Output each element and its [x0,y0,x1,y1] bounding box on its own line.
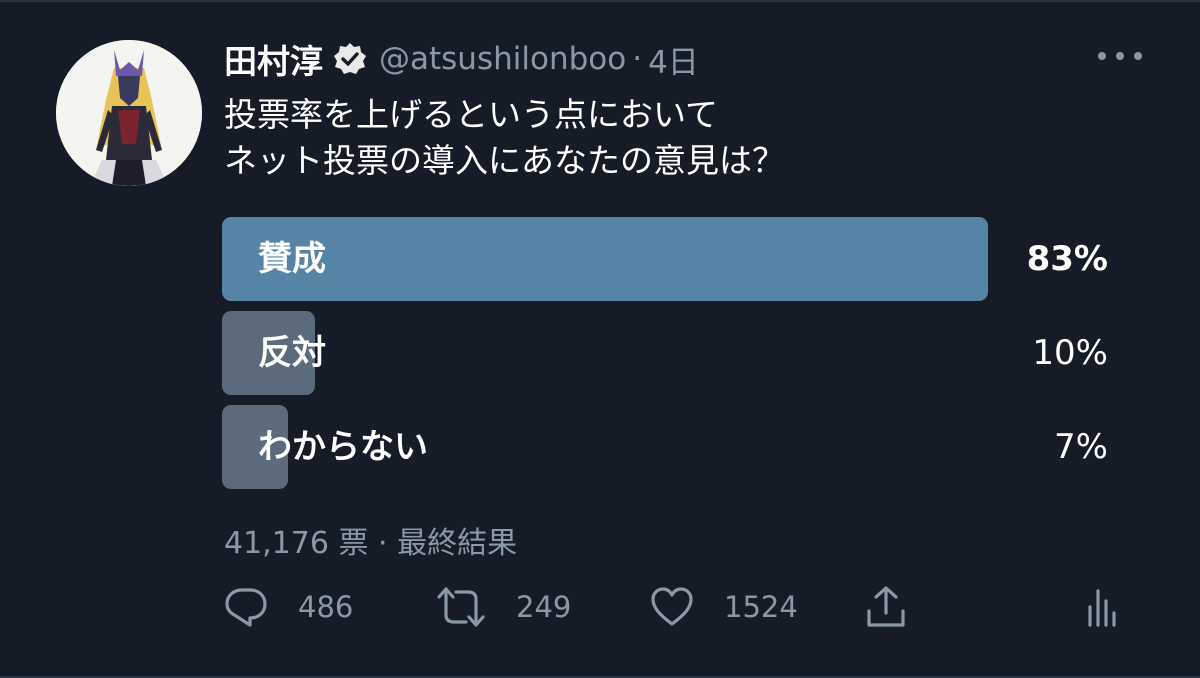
more-options-icon[interactable] [1098,46,1142,66]
retweet-icon [437,587,485,627]
poll-option: 反対 10% [222,311,1112,395]
poll-option-label: 賛成 [258,239,326,279]
retweet-count: 249 [516,590,572,624]
reply-icon [225,588,267,627]
verified-badge-icon [333,42,367,76]
reply-count: 486 [298,590,354,624]
tweet-text-line1: 投票率を上げるという点において [224,95,719,134]
poll-option-percent: 10% [1032,333,1108,373]
like-count: 1524 [724,590,798,624]
more-dot [1134,52,1142,60]
author-name[interactable]: 田村淳 [224,35,323,83]
poll-option: 賛成 83% [222,217,1112,301]
analytics-icon [1088,589,1116,627]
action-bar: 486 249 1524 [222,584,1122,630]
heart-icon [651,587,693,626]
poll-meta: 41,176 票 · 最終結果 [224,526,518,561]
poll-option-percent: 7% [1054,427,1108,467]
more-dot [1116,52,1124,60]
poll-option-label: わからない [258,427,428,467]
more-dot [1098,52,1106,60]
analytics-button[interactable] [1084,584,1120,630]
retweet-button[interactable]: 249 [436,584,571,630]
poll-option-percent: 83% [1026,239,1108,279]
share-button[interactable] [864,584,908,630]
tweet-timestamp[interactable]: 4日 [648,37,699,82]
poll-option-bar [222,217,988,301]
poll-option-label: 反対 [258,333,326,373]
separator-dot: · [632,41,643,77]
top-divider [0,0,1200,2]
poll: 賛成 83% 反対 10% わからない 7% [222,217,1112,499]
avatar[interactable] [56,40,202,186]
like-button[interactable]: 1524 [650,584,798,630]
share-icon [867,586,905,627]
poll-option: わからない 7% [222,405,1112,489]
tweet-text: 投票率を上げるという点において ネット投票の導入にあなたの意見は？ [224,92,785,184]
tweet-header: 田村淳 @atsushilonboo · 4日 [224,34,699,84]
avatar-character-image [56,40,202,186]
reply-button[interactable]: 486 [224,584,353,630]
tweet-text-line2: ネット投票の導入にあなたの意見は？ [224,141,785,180]
author-handle[interactable]: @atsushilonboo [379,41,626,77]
